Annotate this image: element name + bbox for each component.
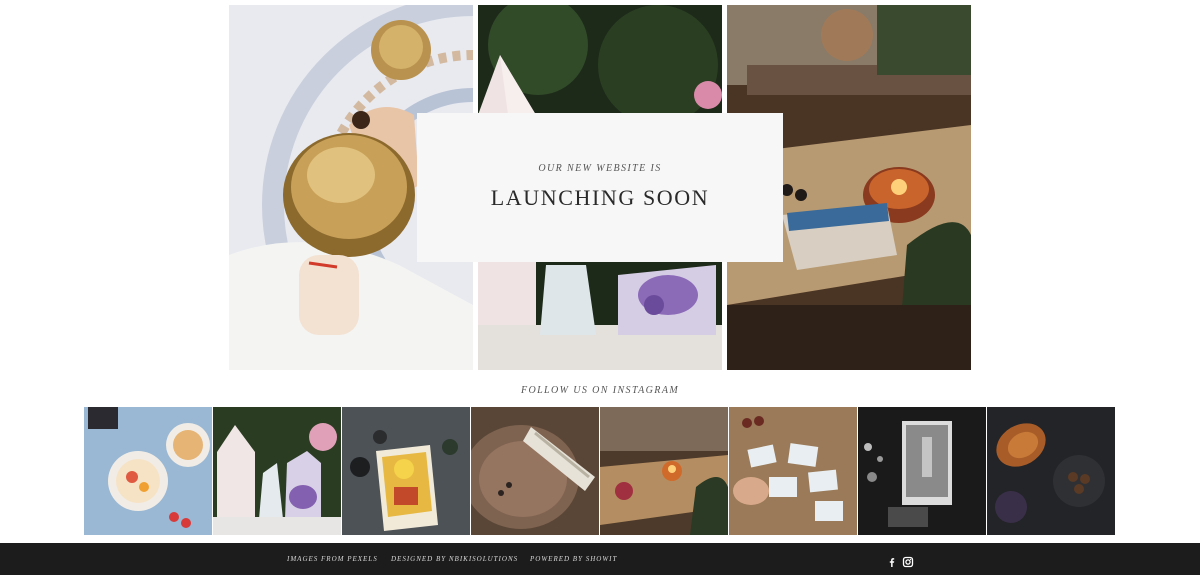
showit-credit-link[interactable]: POWERED BY SHOWIT — [530, 555, 617, 563]
designer-credit-link[interactable]: DESIGNED BY NBIKISOLUTIONS — [391, 555, 518, 563]
instagram-tile-sun-tarot-card[interactable] — [342, 407, 470, 535]
announcement-card: OUR NEW WEBSITE IS LAUNCHING SOON — [417, 113, 783, 262]
pexels-credit-link[interactable]: IMAGES FROM PEXELS — [287, 555, 378, 563]
instagram-feed — [84, 407, 1116, 535]
instagram-tile-hanged-man-card[interactable] — [858, 407, 986, 535]
instagram-tile-crystal-points[interactable] — [213, 407, 341, 535]
instagram-tile-tarot-spread[interactable] — [729, 407, 857, 535]
announcement-eyebrow: OUR NEW WEBSITE IS — [538, 163, 662, 174]
facebook-icon[interactable] — [886, 553, 898, 567]
announcement-title: LAUNCHING SOON — [490, 185, 710, 210]
instagram-icon[interactable] — [902, 553, 914, 568]
instagram-tile-breakfast-bowls[interactable] — [84, 407, 212, 535]
instagram-tile-candles-table[interactable] — [600, 407, 728, 535]
instagram-heading: FOLLOW US ON INSTAGRAM — [520, 385, 680, 396]
instagram-tile-sage-bundle[interactable] — [471, 407, 599, 535]
site-footer: IMAGES FROM PEXELS DESIGNED BY NBIKISOLU… — [0, 543, 1200, 575]
instagram-tile-croissant[interactable] — [987, 407, 1115, 535]
